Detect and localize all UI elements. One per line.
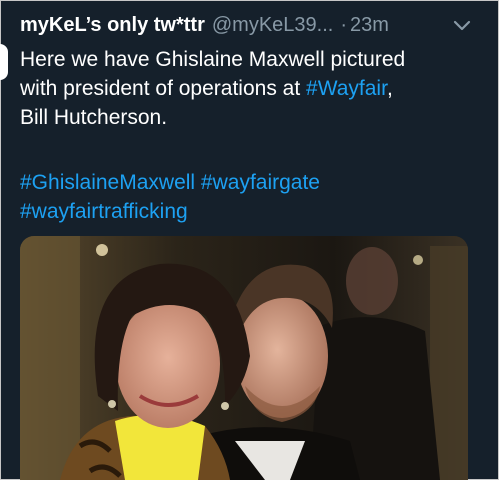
hashtag-link[interactable]: #wayfairtrafficking [20, 200, 188, 223]
display-name[interactable]: myKeL’s only tw*ttr [20, 14, 205, 37]
hashtag-link[interactable]: #Wayfair [306, 77, 387, 100]
hashtag-line: #GhislaineMaxwell #wayfairgate [20, 168, 480, 197]
tweet-text-line: Bill Hutcherson. [20, 106, 168, 129]
hashtag-link[interactable]: #wayfairgate [201, 171, 320, 194]
tweet-header: myKeL’s only tw*ttr @myKeL39... · 23m [20, 14, 480, 40]
tweet-text-line: Here we have Ghislaine Maxwell pictured [20, 48, 406, 71]
hashtag-link[interactable]: #GhislaineMaxwell [20, 171, 195, 194]
tweet-text-segment: , [386, 77, 393, 100]
chevron-down-icon[interactable] [452, 19, 472, 33]
timestamp[interactable]: 23m [350, 14, 389, 37]
tweet-text: Here we have Ghislaine Maxwell pictured … [20, 45, 480, 132]
tweet-photo[interactable] [20, 236, 468, 480]
tweet-text-segment: with president of operations at [20, 77, 307, 100]
separator-dot: · [340, 14, 347, 36]
hashtag-list: #GhislaineMaxwell #wayfairgate #wayfairt… [20, 168, 480, 226]
photo-image [20, 236, 468, 480]
tweet-text-line: with president of operations at #Wayfair… [20, 74, 480, 103]
hashtag-line: #wayfairtrafficking [20, 197, 480, 226]
user-handle[interactable]: @myKeL39... [212, 14, 333, 37]
avatar[interactable] [0, 44, 8, 80]
